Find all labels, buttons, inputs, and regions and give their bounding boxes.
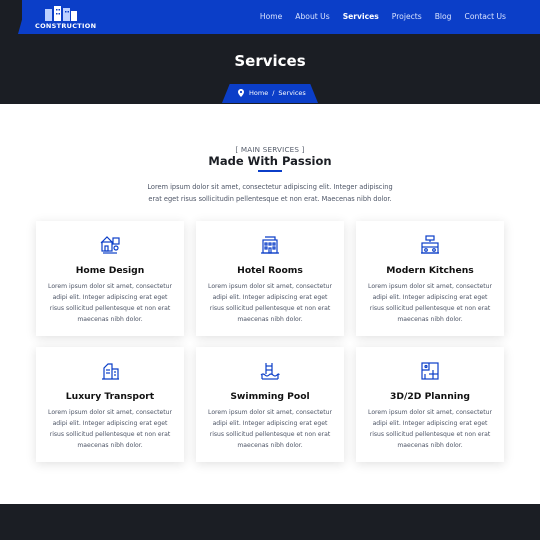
card-text: Lorem ipsum dolor sit amet, consectetur … [208, 409, 332, 449]
nav-blog[interactable]: Blog [435, 12, 452, 21]
page-title: Services [234, 52, 306, 70]
transport-icon [102, 363, 119, 380]
nav-services[interactable]: Services [343, 12, 379, 21]
breadcrumb-home[interactable]: Home [249, 89, 268, 97]
card-text: Lorem ipsum dolor sit amet, consectetur … [48, 409, 172, 449]
card-title: Home Design [75, 265, 145, 276]
blueprint-icon [421, 362, 439, 380]
home-design-icon [100, 236, 120, 254]
card-title: Modern Kitchens [386, 265, 474, 276]
service-card-modern-kitchens[interactable]: Modern Kitchens Lorem ipsum dolor sit am… [356, 221, 504, 336]
card-text: Lorem ipsum dolor sit amet, consectetur … [48, 283, 172, 323]
section-title-underline [258, 170, 282, 172]
card-title: Luxury Transport [65, 391, 155, 402]
logo-text: CONSTRUCTION [35, 22, 97, 30]
breadcrumb-separator: / [272, 89, 275, 97]
card-text: Lorem ipsum dolor sit amet, consectetur … [208, 283, 332, 323]
card-title: Swimming Pool [230, 391, 310, 402]
section-description: Lorem ipsum dolor sit amet, consectetur … [147, 183, 393, 203]
hotel-building-icon [261, 236, 279, 254]
service-card-3d-2d-planning[interactable]: 3D/2D Planning Lorem ipsum dolor sit ame… [356, 347, 504, 462]
service-card-home-design[interactable]: Home Design Lorem ipsum dolor sit amet, … [36, 221, 184, 336]
kitchen-icon [421, 235, 439, 254]
swimming-pool-icon [260, 363, 280, 380]
section-title: Made With Passion [208, 154, 332, 168]
map-pin-icon [238, 89, 244, 97]
breadcrumb-current: Services [278, 89, 306, 97]
page-footer [0, 504, 540, 540]
service-card-hotel-rooms[interactable]: Hotel Rooms Lorem ipsum dolor sit amet, … [196, 221, 344, 336]
nav-home[interactable]: Home [260, 12, 282, 21]
buildings-icon [45, 6, 77, 21]
navbar-left-dark-strip [0, 0, 22, 34]
nav-about-us[interactable]: About Us [295, 12, 329, 21]
section-kicker: [ MAIN SERVICES ] [235, 145, 305, 154]
nav-projects[interactable]: Projects [392, 12, 422, 21]
card-title: Hotel Rooms [237, 265, 303, 276]
card-text: Lorem ipsum dolor sit amet, consectetur … [368, 283, 492, 323]
card-title: 3D/2D Planning [389, 391, 471, 402]
service-card-luxury-transport[interactable]: Luxury Transport Lorem ipsum dolor sit a… [36, 347, 184, 462]
main-nav: Home About Us Services Projects Blog Con… [247, 12, 506, 21]
service-card-swimming-pool[interactable]: Swimming Pool Lorem ipsum dolor sit amet… [196, 347, 344, 462]
card-text: Lorem ipsum dolor sit amet, consectetur … [368, 409, 492, 449]
nav-contact-us[interactable]: Contact Us [465, 12, 506, 21]
breadcrumb: Home / Services [238, 89, 306, 97]
